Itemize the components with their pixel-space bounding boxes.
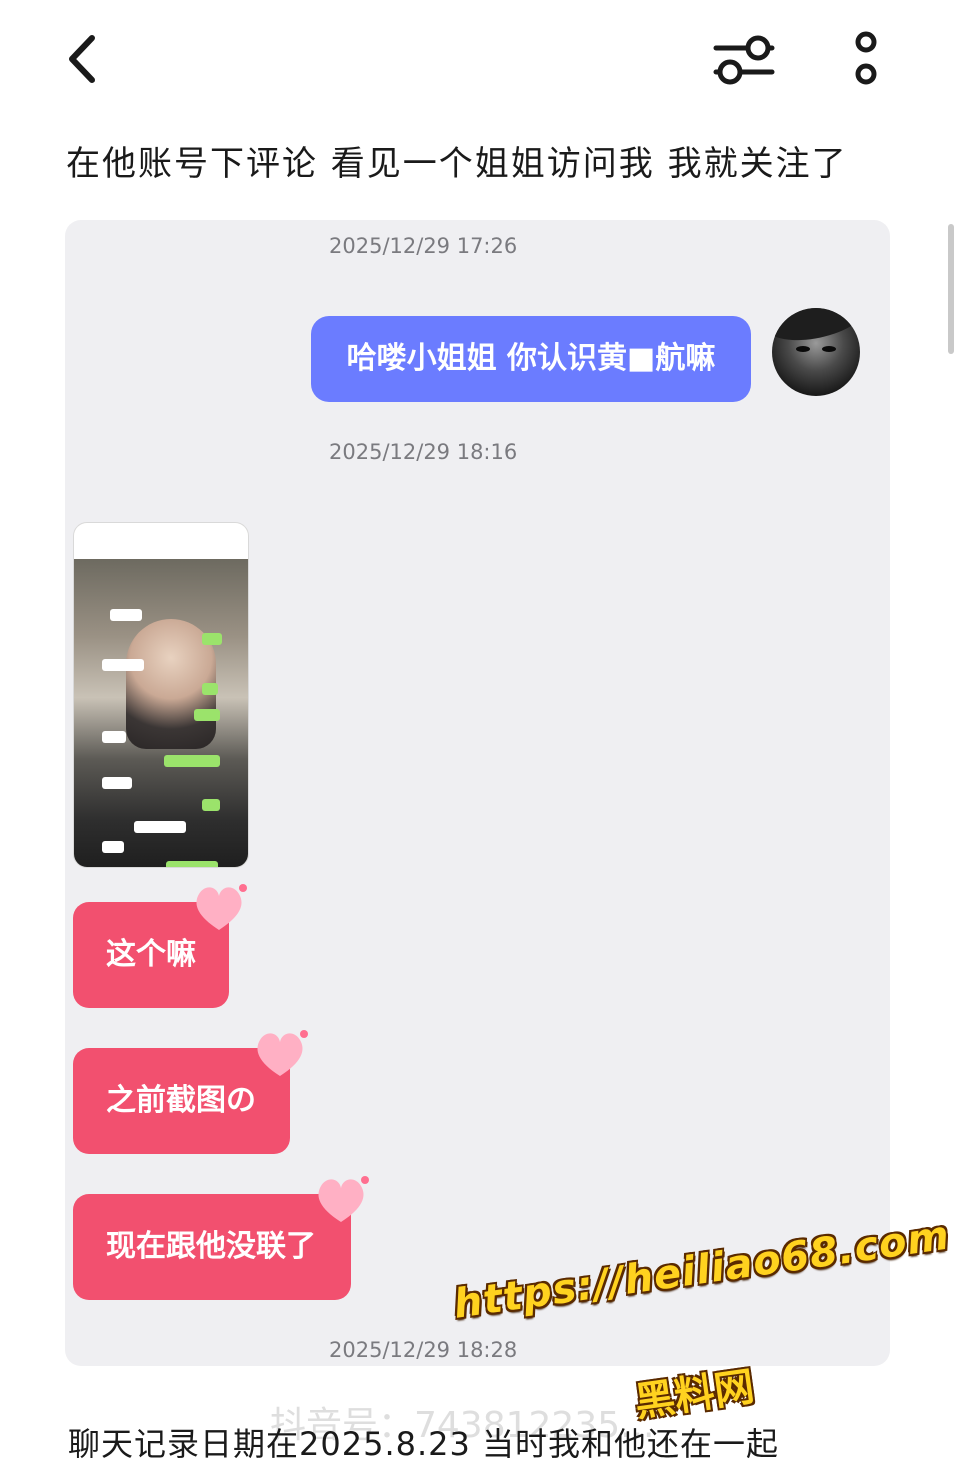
image-message-thumbnail[interactable] [73, 522, 249, 868]
post-title: 在他账号下评论 看见一个姐姐访问我 我就关注了 [66, 144, 848, 184]
avatar [772, 308, 860, 396]
top-bar [0, 0, 960, 120]
chat-screenshot: 2025/12/29 17:26 哈喽小姐姐 你认识黄■航嘛 2025/12/2… [65, 220, 890, 1366]
back-icon[interactable] [62, 32, 106, 86]
chat-timestamp: 2025/12/29 17:26 [329, 234, 518, 258]
filter-settings-icon[interactable] [712, 30, 776, 90]
heart-decoration-icon [318, 1176, 369, 1222]
heart-decoration-icon [196, 884, 247, 930]
chat-timestamp: 2025/12/29 18:16 [329, 440, 518, 464]
sent-message-bubble: 哈喽小姐姐 你认识黄■航嘛 [311, 316, 751, 402]
post-caption: 聊天记录日期在2025.8.23 当时我和他还在一起 [68, 1425, 780, 1463]
more-options-icon[interactable] [846, 28, 886, 90]
chat-timestamp: 2025/12/29 18:28 [329, 1338, 518, 1362]
received-message-bubble: 现在跟他没联了 [73, 1194, 351, 1300]
scrollbar[interactable] [948, 224, 954, 354]
heart-decoration-icon [257, 1030, 308, 1076]
